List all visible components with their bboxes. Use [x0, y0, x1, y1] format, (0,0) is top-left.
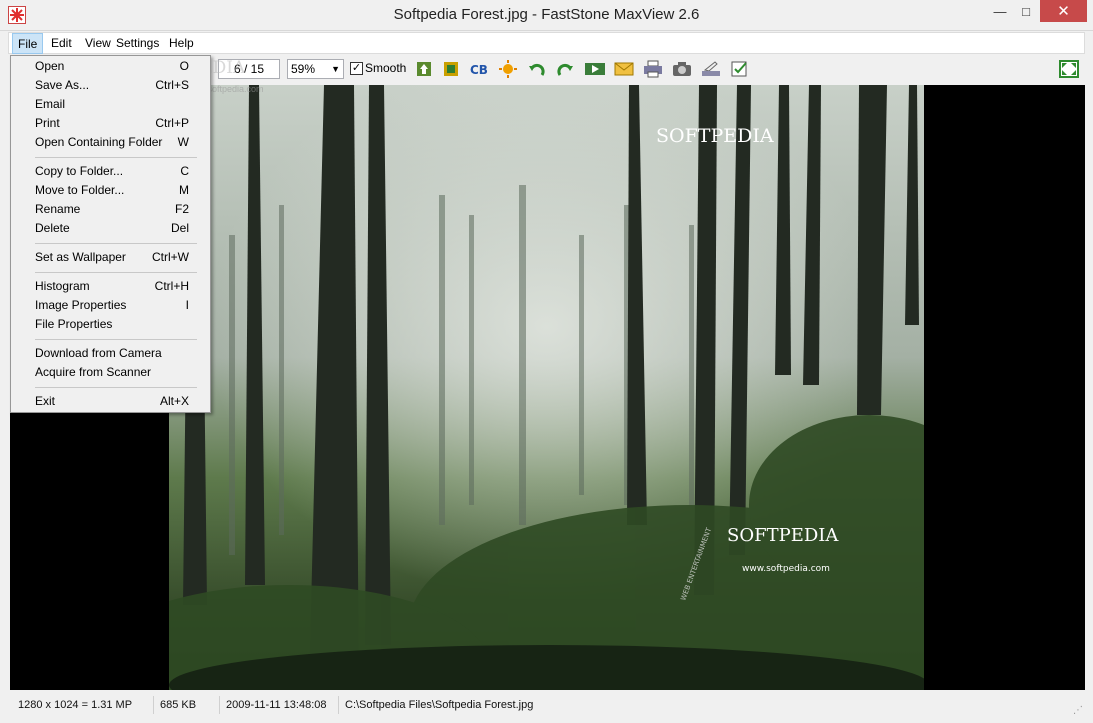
menu-item-file-properties[interactable]: File Properties: [11, 315, 210, 334]
scanner-icon[interactable]: [700, 58, 722, 80]
next-image-icon[interactable]: [440, 58, 462, 80]
status-bar: 1280 x 1024 = 1.31 MP 685 KB 2009-11-11 …: [8, 694, 1085, 716]
status-datetime: 2009-11-11 13:48:08: [219, 696, 339, 714]
menu-separator: [35, 387, 197, 388]
previous-image-icon[interactable]: [413, 58, 435, 80]
menu-item-label: Image Properties: [35, 298, 127, 312]
chevron-down-icon: ▼: [331, 64, 340, 74]
zoom-select[interactable]: 59% ▼: [287, 59, 344, 79]
menu-item-shortcut: F2: [174, 202, 189, 216]
window-title: Softpedia Forest.jpg - FastStone MaxView…: [393, 6, 700, 23]
menu-item-open-containing-folder[interactable]: Open Containing Folder W: [11, 133, 210, 152]
print-icon[interactable]: [642, 58, 664, 80]
menu-item-label: Open Containing Folder: [35, 135, 163, 149]
menu-item-shortcut: Ctrl+P: [155, 116, 189, 130]
rotate-right-icon[interactable]: [554, 58, 576, 80]
menu-item-label: Exit: [35, 394, 56, 408]
menu-item-shortcut: C: [180, 164, 189, 178]
menu-item-set-as-wallpaper[interactable]: Set as Wallpaper Ctrl+W: [11, 248, 210, 267]
menu-item-label: Set as Wallpaper: [35, 250, 126, 264]
menu-item-label: Histogram: [35, 279, 90, 293]
brightness-icon[interactable]: [497, 58, 519, 80]
menu-file[interactable]: File: [12, 33, 44, 54]
menu-item-delete[interactable]: Delete Del: [11, 219, 210, 238]
menu-item-download-from-camera[interactable]: Download from Camera: [11, 344, 210, 363]
menu-item-shortcut: Alt+X: [159, 394, 189, 408]
menu-item-shortcut: M: [179, 183, 189, 197]
resize-grip-icon[interactable]: ⋰: [1073, 705, 1083, 716]
watermark-bottom: SOFTPEDIA: [727, 525, 839, 546]
menu-separator: [35, 272, 197, 273]
close-button[interactable]: ✕: [1040, 0, 1087, 22]
menu-separator: [35, 339, 197, 340]
maximize-button[interactable]: □: [1013, 0, 1039, 22]
menu-item-rename[interactable]: Rename F2: [11, 200, 210, 219]
status-filesize: 685 KB: [153, 696, 213, 714]
menu-edit[interactable]: Edit: [46, 33, 77, 54]
menu-item-label: Print: [35, 116, 60, 130]
color-balance-icon[interactable]: CB: [468, 58, 490, 80]
zoom-value: 59%: [291, 62, 316, 76]
menu-item-email[interactable]: Email: [11, 95, 210, 114]
menu-item-copy-to-folder[interactable]: Copy to Folder... C: [11, 162, 210, 181]
menu-item-shortcut: I: [185, 298, 189, 312]
menu-item-move-to-folder[interactable]: Move to Folder... M: [11, 181, 210, 200]
smooth-checkbox[interactable]: ✓ Smooth: [350, 61, 406, 75]
menu-item-label: Open: [35, 59, 65, 73]
menu-separator: [35, 157, 197, 158]
forest-image: SOFTPEDIA SOFTPEDIA www.softpedia.com WE…: [169, 85, 924, 690]
menu-item-shortcut: Ctrl+S: [155, 78, 189, 92]
properties-icon[interactable]: [729, 58, 751, 80]
menu-item-label: Save As...: [35, 78, 90, 92]
menu-item-label: Rename: [35, 202, 81, 216]
menu-item-label: Copy to Folder...: [35, 164, 124, 178]
menu-item-print[interactable]: Print Ctrl+P: [11, 114, 210, 133]
menu-item-shortcut: O: [179, 59, 189, 73]
status-path: C:\Softpedia Files\Softpedia Forest.jpg: [338, 696, 638, 714]
camera-icon[interactable]: [671, 58, 693, 80]
menu-item-shortcut: Del: [170, 221, 189, 235]
menu-item-label: Acquire from Scanner: [35, 365, 152, 379]
smooth-label: Smooth: [365, 61, 407, 75]
fullscreen-icon[interactable]: [1058, 58, 1080, 80]
menu-item-acquire-from-scanner[interactable]: Acquire from Scanner: [11, 363, 210, 382]
menu-item-exit[interactable]: Exit Alt+X: [11, 392, 210, 411]
watermark-top: SOFTPEDIA: [656, 125, 774, 147]
menu-item-label: File Properties: [35, 317, 113, 331]
menu-item-image-properties[interactable]: Image Properties I: [11, 296, 210, 315]
menu-settings[interactable]: Settings: [111, 33, 164, 54]
watermark-url: www.softpedia.com: [742, 564, 830, 574]
file-menu-dropdown: Open O Save As... Ctrl+S Email Print Ctrl+P…: [10, 55, 211, 413]
menu-separator: [35, 243, 197, 244]
menu-item-shortcut: Ctrl+H: [154, 279, 189, 293]
menu-item-label: Download from Camera: [35, 346, 162, 360]
slideshow-icon[interactable]: [584, 58, 606, 80]
menu-item-label: Move to Folder...: [35, 183, 125, 197]
checkbox-checked-icon: ✓: [350, 61, 363, 75]
menu-item-open[interactable]: Open O: [11, 57, 210, 76]
menu-item-histogram[interactable]: Histogram Ctrl+H: [11, 277, 210, 296]
rotate-left-icon[interactable]: [526, 58, 548, 80]
status-dimensions: 1280 x 1024 = 1.31 MP: [18, 699, 133, 711]
svg-text:CB: CB: [470, 63, 488, 77]
menu-item-label: Delete: [35, 221, 70, 235]
menu-bar: File Edit View Settings Help: [8, 32, 1085, 54]
menu-help[interactable]: Help: [164, 33, 199, 54]
menu-item-label: Email: [35, 97, 66, 111]
minimize-button[interactable]: —: [987, 0, 1013, 22]
email-icon[interactable]: [613, 58, 635, 80]
menu-item-shortcut: Ctrl+W: [152, 250, 189, 264]
title-bar: Softpedia Forest.jpg - FastStone MaxView…: [0, 0, 1093, 31]
menu-item-save-as[interactable]: Save As... Ctrl+S: [11, 76, 210, 95]
menu-item-shortcut: W: [177, 135, 189, 149]
